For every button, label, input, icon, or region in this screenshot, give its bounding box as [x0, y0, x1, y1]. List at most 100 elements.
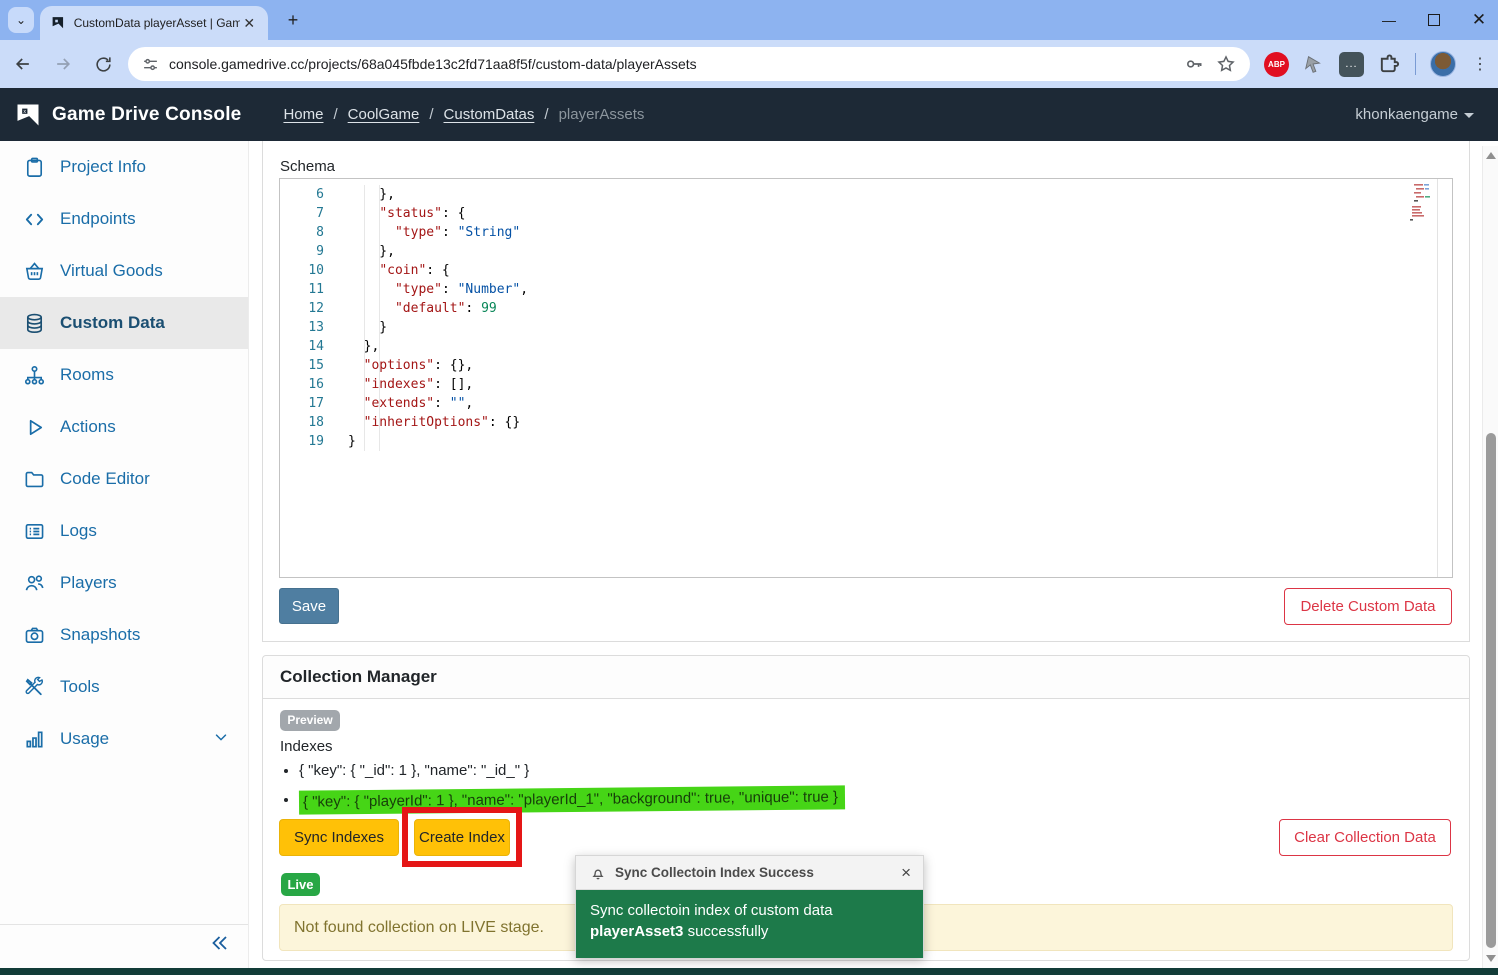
sidebar-item-tools[interactable]: Tools: [0, 661, 248, 713]
window-minimize-button[interactable]: —: [1380, 12, 1398, 28]
back-button[interactable]: [6, 47, 40, 81]
line-number: 17: [280, 394, 324, 413]
indent-guide: [364, 185, 365, 451]
sidebar-item-label: Rooms: [60, 365, 114, 385]
sidebar-item-label: Players: [60, 573, 117, 593]
line-number: 12: [280, 299, 324, 318]
schema-code-editor[interactable]: 6 },7 "status": {8 "type": "String"9 },1…: [279, 178, 1453, 578]
code-line-17: 17 "extends": "",: [280, 394, 1452, 413]
profile-avatar[interactable]: [1430, 51, 1456, 77]
user-menu[interactable]: khonkaengame: [1355, 106, 1474, 123]
app-logo: x: [14, 101, 42, 129]
dots-extension-icon[interactable]: ...: [1339, 52, 1364, 77]
camera-icon: [22, 623, 46, 647]
code-line-11: 11 "type": "Number",: [280, 280, 1452, 299]
list-icon: [22, 519, 46, 543]
reload-button[interactable]: [86, 47, 120, 81]
editor-minimap: [1404, 181, 1434, 237]
toast-message-prefix: Sync collectoin index of custom data: [590, 902, 833, 919]
sidebar-item-label: Logs: [60, 521, 97, 541]
browser-tab[interactable]: CustomData playerAsset | Gam ✕: [40, 6, 268, 40]
sidebar-item-project-info[interactable]: Project Info: [0, 141, 248, 193]
extensions-puzzle-icon[interactable]: [1378, 53, 1401, 76]
line-number: 7: [280, 204, 324, 223]
chart-icon: [22, 727, 46, 751]
basket-icon: [22, 259, 46, 283]
delete-custom-data-button[interactable]: Delete Custom Data: [1284, 588, 1452, 625]
code-line-6: 6 },: [280, 185, 1452, 204]
sidebar-item-label: Code Editor: [60, 469, 150, 489]
create-index-button[interactable]: Create Index: [414, 819, 510, 856]
breadcrumb-customdatas[interactable]: CustomDatas: [444, 106, 535, 123]
sidebar-item-label: Usage: [60, 729, 109, 749]
database-icon: [22, 311, 46, 335]
window-maximize-button[interactable]: [1428, 14, 1440, 26]
window-close-button[interactable]: ✕: [1470, 10, 1488, 30]
sidebar-item-snapshots[interactable]: Snapshots: [0, 609, 248, 661]
abp-extension-icon[interactable]: ABP: [1264, 52, 1289, 77]
breadcrumb-coolgame[interactable]: CoolGame: [348, 106, 420, 123]
scrollbar-thumb[interactable]: [1486, 433, 1496, 948]
bell-icon: [590, 865, 606, 881]
sidebar-item-endpoints[interactable]: Endpoints: [0, 193, 248, 245]
play-icon: [22, 415, 46, 439]
address-bar[interactable]: console.gamedrive.cc/projects/68a045fbde…: [128, 47, 1250, 81]
breadcrumb-home[interactable]: Home: [283, 106, 323, 123]
code-line-14: 14 },: [280, 337, 1452, 356]
new-tab-button[interactable]: +: [282, 10, 304, 31]
sidebar-collapse-button[interactable]: [208, 931, 232, 960]
tab-search-button[interactable]: ⌄: [8, 7, 34, 33]
line-number: 19: [280, 432, 324, 451]
tab-close-icon[interactable]: ✕: [240, 14, 258, 32]
line-number: 18: [280, 413, 324, 432]
toast-body: Sync collectoin index of custom data pla…: [576, 890, 923, 958]
scrollbar-down-arrow[interactable]: [1486, 955, 1496, 962]
page-scrollbar[interactable]: [1482, 146, 1498, 968]
toast-message-suffix: successfully: [683, 923, 768, 940]
code-line-16: 16 "indexes": [],: [280, 375, 1452, 394]
toast-title: Sync Collectoin Index Success: [615, 865, 814, 880]
browser-menu-icon[interactable]: ⋮: [1472, 54, 1488, 74]
save-button[interactable]: Save: [279, 588, 339, 624]
forward-button[interactable]: [46, 47, 80, 81]
bookmark-star-icon[interactable]: [1216, 54, 1236, 74]
tools-icon: [22, 675, 46, 699]
breadcrumb-playerassets: playerAssets: [559, 106, 645, 123]
sidebar-item-usage[interactable]: Usage: [0, 713, 248, 765]
line-number: 15: [280, 356, 324, 375]
toast-close-icon[interactable]: ×: [901, 863, 911, 883]
toolbar-separator: [1415, 53, 1416, 75]
sidebar-item-logs[interactable]: Logs: [0, 505, 248, 557]
sidebar-item-code-editor[interactable]: Code Editor: [0, 453, 248, 505]
tab-title: CustomData playerAsset | Gam: [74, 16, 241, 30]
index-item: { "key": { "_id": 1 }, "name": "_id_" }: [299, 760, 845, 781]
double-chevron-left-icon: [208, 931, 232, 955]
code-line-13: 13 }: [280, 318, 1452, 337]
sync-indexes-button[interactable]: Sync Indexes: [279, 819, 399, 856]
sidebar-item-actions[interactable]: Actions: [0, 401, 248, 453]
line-number: 14: [280, 337, 324, 356]
app-header: x Game Drive Console Home/CoolGame/Custo…: [0, 88, 1498, 141]
green-highlight: { "key": { "playerId": 1 }, "name": "pla…: [299, 785, 845, 814]
line-number: 11: [280, 280, 324, 299]
favicon: [50, 15, 66, 31]
sidebar-item-virtual-goods[interactable]: Virtual Goods: [0, 245, 248, 297]
sidebar-item-label: Custom Data: [60, 313, 165, 333]
indexes-label: Indexes: [280, 738, 333, 755]
sidebar: Project InfoEndpointsVirtual Goods Custom…: [0, 141, 249, 968]
scrollbar-up-arrow[interactable]: [1486, 152, 1496, 159]
cursor-extension-icon[interactable]: [1303, 53, 1325, 75]
sidebar-item-label: Snapshots: [60, 625, 140, 645]
schema-label: Schema: [280, 158, 335, 175]
site-info-icon[interactable]: [142, 56, 159, 73]
code-icon: [22, 207, 46, 231]
sidebar-item-rooms[interactable]: Rooms: [0, 349, 248, 401]
breadcrumb-separator: /: [429, 106, 433, 123]
clear-collection-data-button[interactable]: Clear Collection Data: [1279, 819, 1451, 856]
sidebar-item-custom-data[interactable]: Custom Data: [0, 297, 248, 349]
password-key-icon[interactable]: [1184, 54, 1204, 74]
chevron-down-icon: [212, 728, 230, 751]
sidebar-item-players[interactable]: Players: [0, 557, 248, 609]
url-text[interactable]: console.gamedrive.cc/projects/68a045fbde…: [169, 56, 1172, 72]
folder-icon: [22, 467, 46, 491]
